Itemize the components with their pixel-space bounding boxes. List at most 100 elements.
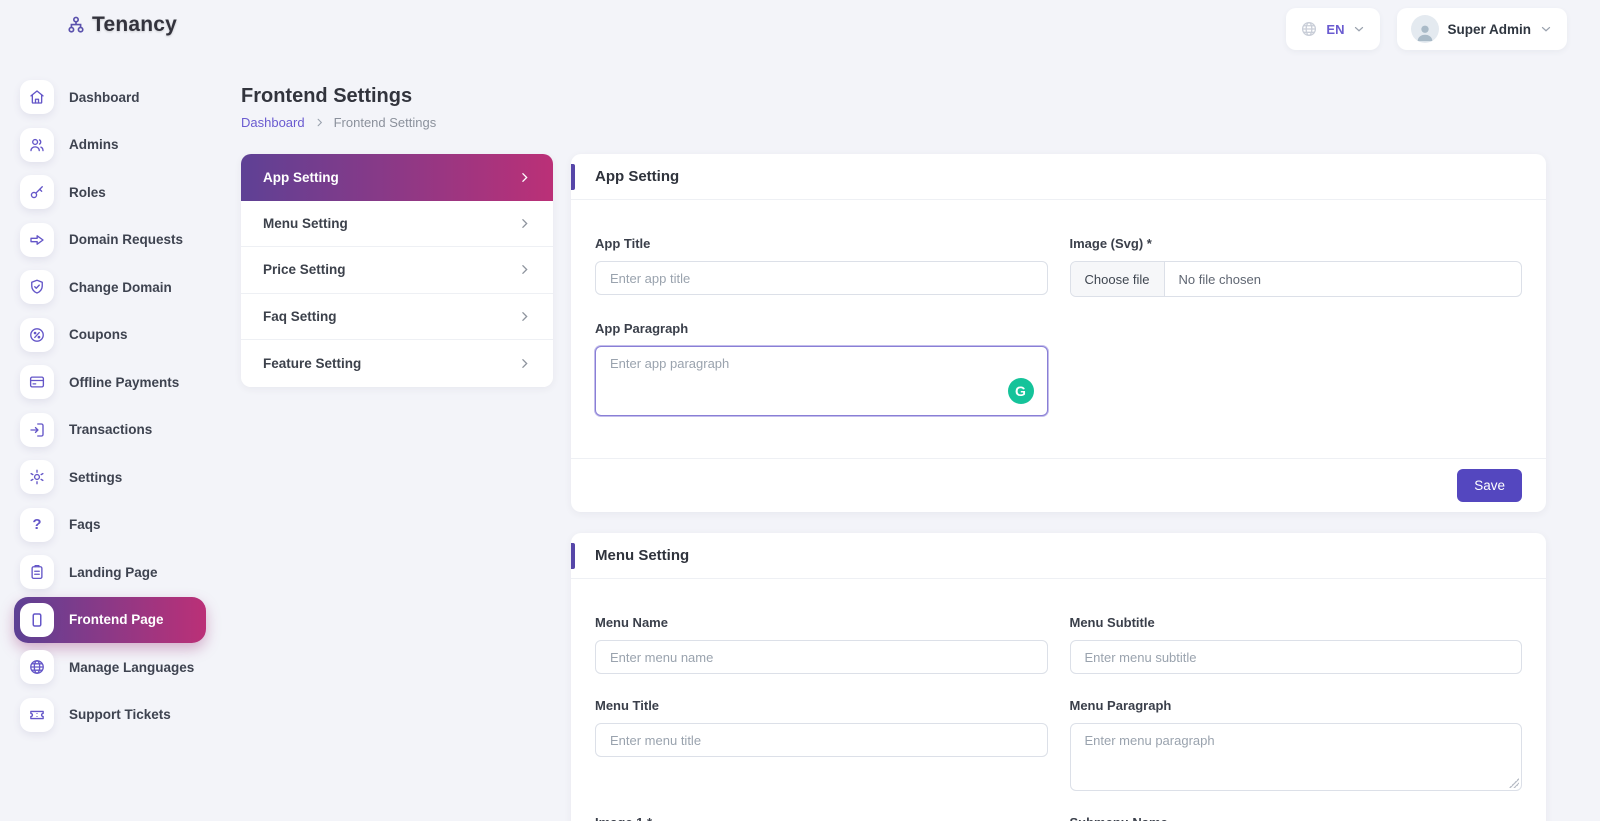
home-icon [20, 80, 54, 114]
tab-label: App Setting [263, 169, 339, 185]
submenu-name-label: Submenu Name [1070, 815, 1523, 821]
sidebar-item-label: Transactions [69, 422, 153, 437]
sidebar-item-label: Landing Page [69, 564, 158, 580]
sidebar-item-admins[interactable]: Admins [14, 122, 206, 168]
arrow-right-icon [20, 222, 54, 257]
image-1-field-group: Image 1 * [595, 815, 1048, 821]
menu-subtitle-field-group: Menu Subtitle [1069, 615, 1522, 674]
sidebar-item-landing-page[interactable]: Landing Page [14, 549, 206, 595]
chevron-right-icon [518, 171, 531, 184]
sidebar-item-domain-requests[interactable]: Domain Requests [14, 217, 206, 263]
menu-setting-header: Menu Setting [571, 533, 1546, 579]
image-svg-file-input[interactable]: Choose file No file chosen [1069, 261, 1522, 297]
avatar [1411, 15, 1440, 43]
app-paragraph-textarea[interactable] [595, 346, 1048, 416]
tab-label: Feature Setting [263, 355, 362, 371]
menu-paragraph-textarea[interactable] [1069, 723, 1522, 791]
sidebar-item-settings[interactable]: Settings [14, 454, 206, 500]
settings-panels: App Setting App Title Image (Svg) * Choo… [571, 154, 1546, 821]
sidebar-item-label: Settings [69, 469, 123, 485]
percent-circle-icon [20, 317, 54, 352]
app-paragraph-label: App Paragraph [595, 321, 689, 336]
language-code: EN [1326, 21, 1345, 37]
app-title-input[interactable] [595, 261, 1048, 295]
tab-price-setting[interactable]: Price Setting [241, 247, 553, 294]
app-title-label: App Title [595, 236, 651, 251]
settings-tab-list: App Setting Menu Setting Price Setting F… [241, 154, 553, 387]
sidebar-item-label: Dashboard [69, 89, 140, 105]
sidebar-item-support-tickets[interactable]: Support Tickets [14, 692, 206, 738]
page-title: Frontend Settings [241, 85, 413, 107]
ticket-icon [20, 697, 54, 732]
sidebar-item-frontend-page[interactable]: Frontend Page [14, 596, 206, 643]
chevron-right-icon [518, 263, 531, 276]
sidebar-item-manage-languages[interactable]: Manage Languages [14, 644, 206, 690]
chevron-right-icon [518, 357, 531, 370]
gear-icon [20, 460, 54, 494]
resize-handle[interactable] [1509, 778, 1519, 788]
section-title: Menu Setting [595, 547, 690, 564]
sidebar-item-label: Manage Languages [69, 659, 195, 675]
menu-title-label: Menu Title [595, 698, 660, 713]
sidebar-item-label: Change Domain [69, 279, 172, 295]
app-setting-header: App Setting [571, 154, 1546, 200]
org-chart-icon [66, 15, 86, 35]
key-icon [20, 175, 54, 209]
image-svg-field-group: Image (Svg) * Choose file No file chosen [1069, 236, 1522, 297]
menu-subtitle-label: Menu Subtitle [1069, 615, 1155, 630]
section-title: App Setting [595, 168, 680, 185]
header-actions: EN Super Admin [1286, 8, 1567, 50]
tab-feature-setting[interactable]: Feature Setting [241, 340, 553, 387]
brand-logo[interactable]: Tenancy [66, 13, 177, 37]
menu-name-input[interactable] [595, 640, 1048, 674]
sidebar-item-label: Offline Payments [69, 374, 180, 390]
tablet-icon [20, 602, 54, 637]
tab-app-setting[interactable]: App Setting [241, 154, 553, 201]
sidebar-item-label: Roles [69, 184, 106, 200]
sidebar-item-label: Support Tickets [69, 707, 171, 722]
breadcrumb-current: Frontend Settings [333, 115, 437, 130]
credit-card-icon [20, 365, 54, 399]
sidebar: Dashboard Admins Roles Domain Requests C… [14, 74, 206, 738]
menu-title-input[interactable] [595, 723, 1048, 757]
chevron-down-icon [1539, 22, 1553, 36]
save-button[interactable]: Save [1457, 469, 1522, 502]
language-selector[interactable]: EN [1286, 8, 1381, 50]
app-setting-card: App Setting App Title Image (Svg) * Choo… [571, 154, 1546, 512]
tab-faq-setting[interactable]: Faq Setting [241, 293, 553, 340]
tab-menu-setting[interactable]: Menu Setting [241, 200, 553, 247]
users-icon [20, 127, 54, 162]
app-setting-footer: Save [571, 458, 1546, 512]
menu-name-field-group: Menu Name [595, 615, 1048, 674]
sidebar-item-coupons[interactable]: Coupons [14, 312, 206, 358]
user-menu[interactable]: Super Admin [1397, 8, 1567, 50]
sidebar-item-label: Frontend Page [69, 612, 164, 627]
globe-icon [1300, 20, 1318, 38]
menu-subtitle-input[interactable] [1069, 640, 1522, 674]
sidebar-item-label: Admins [69, 137, 119, 152]
user-name: Super Admin [1447, 21, 1531, 37]
sidebar-item-offline-payments[interactable]: Offline Payments [14, 359, 206, 405]
menu-setting-card: Menu Setting Menu Name Menu Subtitle [571, 533, 1546, 821]
sidebar-item-roles[interactable]: Roles [14, 169, 206, 215]
choose-file-button[interactable]: Choose file [1070, 262, 1165, 296]
menu-paragraph-field-group: Menu Paragraph [1069, 698, 1522, 791]
image-svg-label: Image (Svg) * [1069, 236, 1152, 251]
brand-name: Tenancy [92, 13, 178, 36]
chevron-right-icon [518, 217, 531, 230]
menu-title-field-group: Menu Title [595, 698, 1048, 791]
sidebar-item-label: Coupons [69, 327, 128, 342]
main-content: Frontend Settings Dashboard Frontend Set… [241, 85, 1546, 821]
sidebar-item-faqs[interactable]: ? Faqs [14, 502, 206, 548]
breadcrumb-dashboard-link[interactable]: Dashboard [241, 115, 305, 130]
sidebar-item-transactions[interactable]: Transactions [14, 407, 206, 453]
sidebar-item-change-domain[interactable]: Change Domain [14, 264, 206, 310]
tab-label: Faq Setting [263, 308, 337, 324]
grammarly-icon[interactable]: G [1007, 378, 1034, 404]
shield-check-icon [20, 270, 54, 304]
image-1-label: Image 1 * [595, 815, 1048, 821]
question-icon: ? [20, 507, 54, 542]
chevron-down-icon [1352, 22, 1366, 36]
sidebar-item-dashboard[interactable]: Dashboard [14, 74, 206, 120]
sidebar-item-label: Faqs [69, 517, 101, 532]
